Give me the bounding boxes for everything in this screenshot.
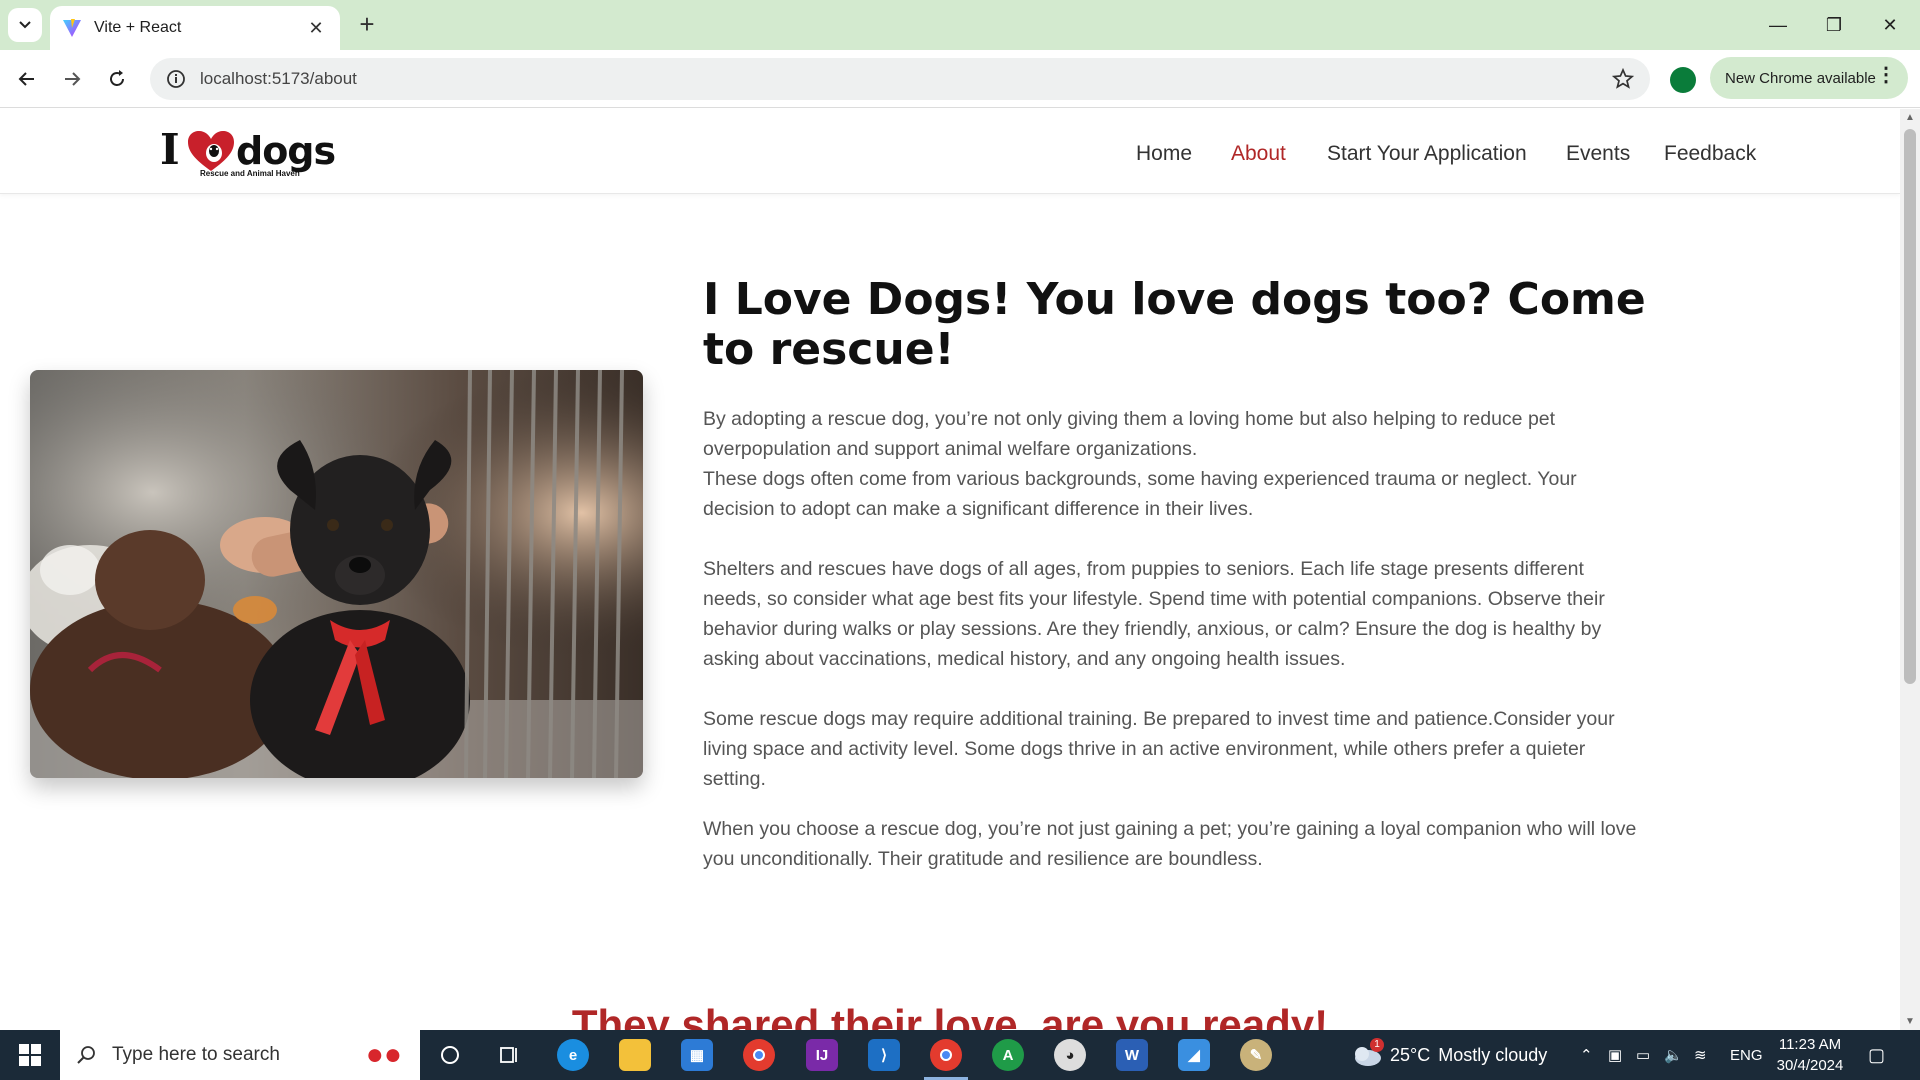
weather-desc: Mostly cloudy: [1438, 1044, 1548, 1065]
weather-widget[interactable]: 1 25°C Mostly cloudy: [1350, 1030, 1547, 1080]
wifi-icon[interactable]: ≋: [1694, 1030, 1707, 1080]
system-clock[interactable]: 11:23 AM 30/4/2024: [1760, 1034, 1860, 1076]
profile-avatar[interactable]: [1670, 67, 1696, 93]
update-label: New Chrome available: [1725, 69, 1876, 87]
clock-time: 11:23 AM: [1778, 1036, 1842, 1053]
about-paragraph-1: By adopting a rescue dog, you’re not onl…: [703, 408, 1556, 460]
site-info-icon[interactable]: [166, 69, 186, 89]
windows-logo-icon: [19, 1044, 41, 1066]
bookmark-star-icon[interactable]: [1612, 68, 1634, 90]
heart-dog-logo-icon: [188, 131, 234, 171]
testimonials-section-title: They shared their love, are you ready!: [571, 1001, 1329, 1030]
taskbar-search-box[interactable]: Type here to search ●●: [60, 1030, 420, 1080]
tab-title: Vite + React: [94, 19, 182, 36]
notifications-icon[interactable]: ▢: [1868, 1030, 1885, 1080]
word-icon[interactable]: W: [1116, 1039, 1148, 1071]
scroll-up-icon[interactable]: ▲: [1905, 112, 1915, 123]
language-indicator[interactable]: ENG: [1730, 1030, 1763, 1080]
chrome-active-icon[interactable]: [930, 1039, 962, 1071]
minimize-icon[interactable]: —: [1750, 0, 1806, 50]
chrome-icon[interactable]: [743, 1039, 775, 1071]
weather-temp: 25°C: [1390, 1044, 1431, 1065]
battery-icon[interactable]: ▭: [1636, 1030, 1650, 1080]
about-paragraph-2: These dogs often come from various backg…: [703, 468, 1577, 520]
penguin-app-icon[interactable]: ◕: [1054, 1039, 1086, 1071]
more-menu-icon[interactable]: ⋮: [1876, 65, 1896, 85]
back-button[interactable]: [12, 64, 42, 94]
browser-tab[interactable]: Vite + React ✕: [50, 6, 340, 50]
nav-home[interactable]: Home: [1136, 142, 1192, 166]
url-text[interactable]: localhost:5173/about: [200, 69, 357, 89]
page-viewport: I dogs Rescue and Animal Haven Home Abou…: [0, 109, 1900, 1030]
chevron-down-icon: [19, 21, 31, 29]
tray-chevron-up-icon[interactable]: ⌃: [1580, 1030, 1593, 1080]
nav-events[interactable]: Events: [1566, 142, 1630, 166]
close-window-icon[interactable]: ✕: [1862, 0, 1918, 50]
reload-button[interactable]: [102, 64, 132, 94]
windows-taskbar: Type here to search ●● e ▦ IJ ⟩ A ◕ W ◢ …: [0, 1030, 1920, 1080]
intellij-icon[interactable]: IJ: [806, 1039, 838, 1071]
site-header: I dogs Rescue and Animal Haven Home Abou…: [0, 109, 1900, 194]
about-paragraph-3: Shelters and rescues have dogs of all ag…: [703, 558, 1605, 670]
search-placeholder: Type here to search: [112, 1044, 280, 1065]
nav-start-application[interactable]: Start Your Application: [1327, 142, 1527, 166]
browser-toolbar: localhost:5173/about New Chrome availabl…: [0, 50, 1920, 108]
address-bar[interactable]: localhost:5173/about: [150, 58, 1650, 100]
rescue-dog-photo: [30, 370, 643, 778]
logo-word-dogs: dogs: [236, 129, 336, 173]
new-chrome-available-button[interactable]: New Chrome available ⋮: [1710, 57, 1908, 99]
volume-icon[interactable]: 🔈: [1664, 1030, 1683, 1080]
strawberry-icon: ●●: [365, 1038, 402, 1071]
site-logo[interactable]: I dogs Rescue and Animal Haven: [160, 125, 340, 179]
page-title: I Love Dogs! You love dogs too? Come to …: [703, 274, 1646, 375]
paint-icon[interactable]: ✎: [1240, 1039, 1272, 1071]
vite-favicon-icon: [63, 19, 81, 37]
nav-feedback[interactable]: Feedback: [1664, 142, 1756, 166]
browser-tab-strip: Vite + React ✕ + — ❐ ✕: [0, 0, 1920, 50]
restore-icon[interactable]: ❐: [1806, 0, 1862, 50]
scroll-down-icon[interactable]: ▼: [1905, 1016, 1915, 1027]
weather-badge: 1: [1370, 1038, 1384, 1052]
start-button[interactable]: [0, 1030, 60, 1080]
cortana-icon[interactable]: [434, 1039, 466, 1071]
task-view-icon[interactable]: [494, 1039, 526, 1071]
chrome-profile-icon[interactable]: A: [992, 1039, 1024, 1071]
edge-icon[interactable]: e: [557, 1039, 589, 1071]
page-scrollbar[interactable]: ▲ ▼: [1900, 109, 1920, 1030]
blue-app-icon[interactable]: ◢: [1178, 1039, 1210, 1071]
logo-tagline: Rescue and Animal Haven: [200, 169, 300, 178]
file-explorer-icon[interactable]: [619, 1039, 651, 1071]
vscode-icon[interactable]: ⟩: [868, 1039, 900, 1071]
nav-about[interactable]: About: [1231, 142, 1286, 166]
arrow-right-icon: [65, 72, 81, 86]
clock-date: 30/4/2024: [1776, 1057, 1844, 1074]
logo-letter-i: I: [160, 125, 180, 174]
about-paragraph-5: When you choose a rescue dog, you’re not…: [703, 818, 1637, 870]
scrollbar-thumb[interactable]: [1904, 129, 1916, 684]
arrow-left-icon: [18, 72, 34, 86]
microsoft-store-icon[interactable]: ▦: [681, 1039, 713, 1071]
forward-button[interactable]: [57, 64, 87, 94]
reload-icon: [110, 70, 124, 86]
close-tab-icon[interactable]: ✕: [304, 18, 328, 39]
search-icon: [77, 1046, 95, 1064]
new-tab-button[interactable]: +: [352, 10, 382, 40]
tab-search-button[interactable]: [8, 8, 42, 42]
about-paragraph-4: Some rescue dogs may require additional …: [703, 708, 1615, 790]
tray-camera-icon[interactable]: ▣: [1608, 1030, 1622, 1080]
